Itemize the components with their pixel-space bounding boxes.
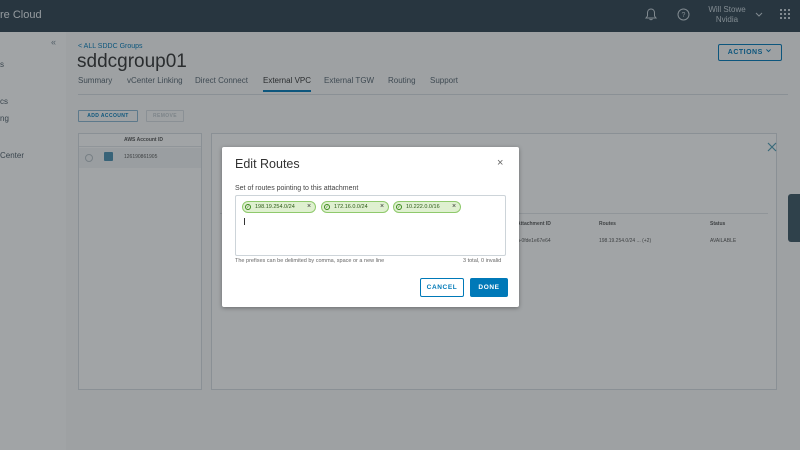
text-cursor [244, 218, 245, 225]
remove-chip-icon[interactable]: × [380, 202, 384, 212]
route-value: 10.222.0.0/16 [406, 204, 440, 210]
routes-label: Set of routes pointing to this attachmen… [235, 185, 359, 192]
cancel-button[interactable]: CANCEL [420, 278, 464, 297]
route-chip: ✓ 198.19.254.0/24 × [242, 201, 316, 213]
routes-count: 3 total, 0 invalid [463, 258, 502, 264]
close-icon[interactable]: × [497, 157, 503, 169]
remove-chip-icon[interactable]: × [452, 202, 456, 212]
route-value: 172.16.0.0/24 [334, 204, 368, 210]
routes-input[interactable]: ✓ 198.19.254.0/24 × ✓ 172.16.0.0/24 × ✓ … [235, 195, 506, 256]
route-chip: ✓ 172.16.0.0/24 × [321, 201, 389, 213]
edit-routes-modal: Edit Routes × Set of routes pointing to … [222, 147, 519, 307]
routes-hint: The prefixes can be delimited by comma, … [235, 258, 385, 264]
route-value: 198.19.254.0/24 [255, 204, 295, 210]
check-circle-icon: ✓ [245, 203, 251, 210]
check-circle-icon: ✓ [396, 203, 402, 210]
modal-title: Edit Routes [235, 157, 300, 171]
remove-chip-icon[interactable]: × [307, 202, 311, 212]
route-chip: ✓ 10.222.0.0/16 × [393, 201, 461, 213]
done-button[interactable]: DONE [470, 278, 508, 297]
check-circle-icon: ✓ [324, 203, 330, 210]
